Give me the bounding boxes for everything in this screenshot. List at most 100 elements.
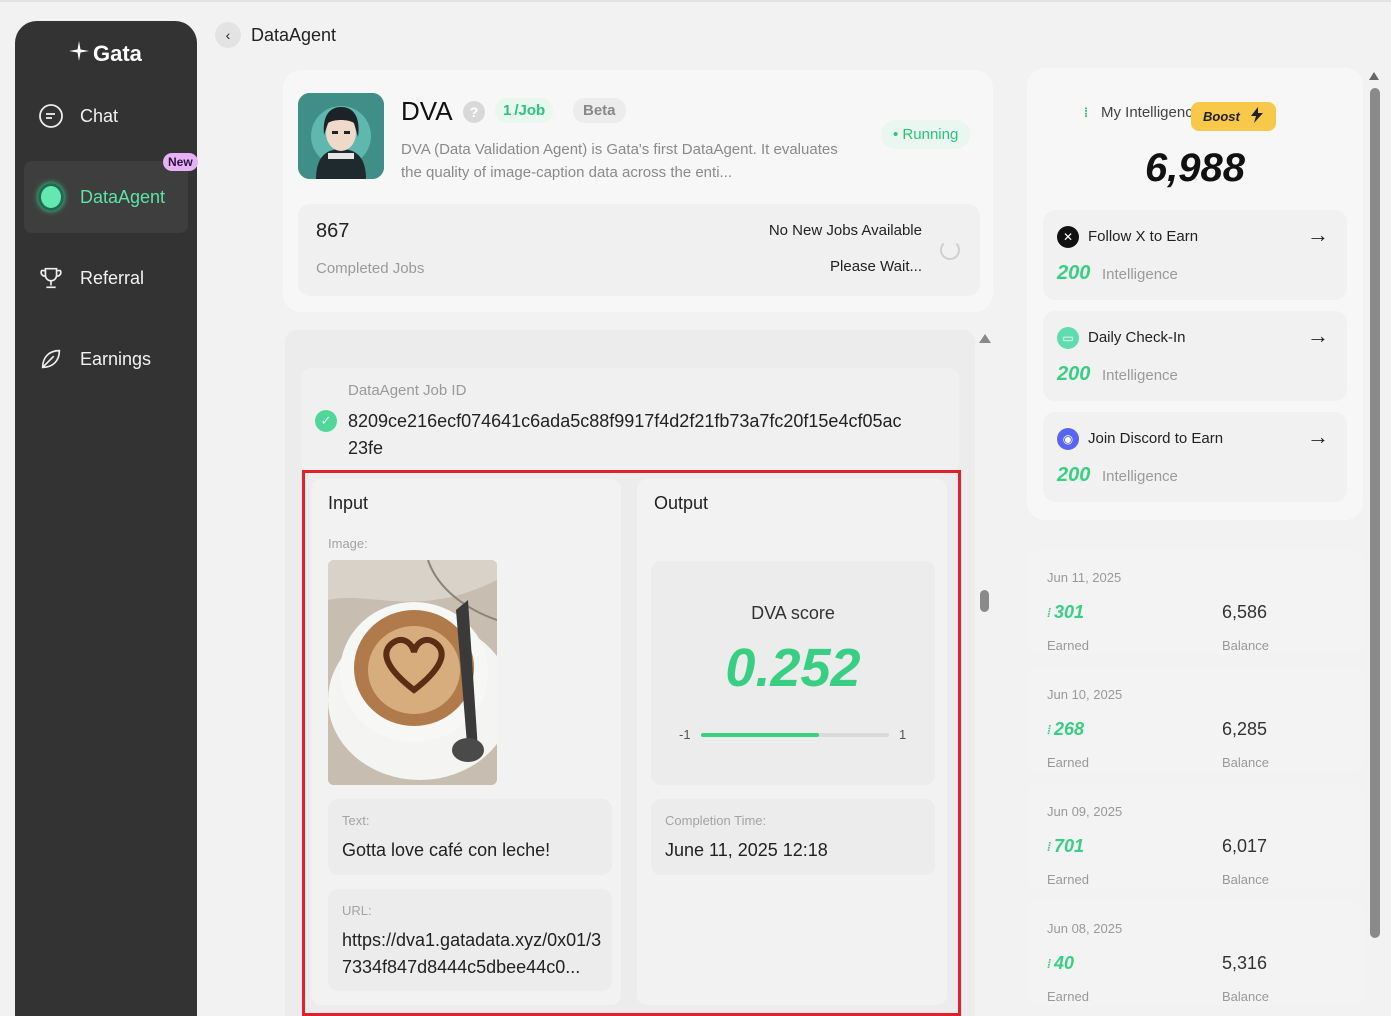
history-date: Jun 09, 2025 — [1047, 804, 1123, 819]
status-dot-icon: • — [893, 126, 903, 143]
history-earned: ⁞ 268 — [1047, 719, 1084, 740]
history-earned-value: 40 — [1054, 953, 1075, 973]
history-earned: ⁞ 301 — [1047, 602, 1084, 623]
rate-badge: 1 /Job — [495, 98, 554, 123]
sparkle-icon — [67, 39, 91, 69]
sidebar-item-referral[interactable]: Referral — [24, 242, 188, 314]
discord-icon: ◉ — [1057, 428, 1079, 450]
scroll-up-arrow-icon[interactable] — [1369, 72, 1379, 80]
help-icon[interactable]: ? — [463, 101, 485, 123]
history-earned-value: 301 — [1054, 602, 1085, 622]
arrow-right-icon: → — [1307, 424, 1329, 449]
leaf-icon — [38, 346, 64, 372]
task-unit: Intelligence — [1102, 468, 1178, 485]
history-row: Jun 08, 2025 ⁞ 40 Earned 5,316 Balance — [1027, 901, 1363, 1005]
history-earned-label: Earned — [1047, 872, 1089, 887]
history-balance: 5,316 — [1222, 953, 1268, 973]
coin-icon: ⁞ — [1047, 956, 1051, 971]
boost-label: Boost — [1203, 109, 1240, 124]
brand-name: Gata — [93, 41, 142, 66]
agent-name: DVA — [401, 96, 453, 126]
history-earned-label: Earned — [1047, 638, 1089, 653]
back-button[interactable]: ‹ — [215, 22, 241, 48]
task-daily-checkin[interactable]: ▭ Daily Check-In → 200 Intelligence — [1043, 311, 1347, 401]
coin-icon: ⁞ — [1047, 722, 1051, 737]
loading-spinner-icon — [940, 240, 960, 260]
task-amount: 200 — [1057, 464, 1091, 486]
page-title: DataAgent — [251, 24, 337, 45]
history-balance-label: Balance — [1222, 755, 1269, 770]
history-earned-label: Earned — [1047, 755, 1089, 770]
coin-icon: ⁞ — [1047, 839, 1051, 854]
text-field-card: Text: Gotta love café con leche! — [328, 799, 612, 875]
image-label: Image: — [328, 536, 368, 551]
agent-description: DVA (Data Validation Agent) is Gata's fi… — [401, 141, 838, 181]
check-icon: ✓ — [315, 410, 337, 432]
input-card: Input Image: Text: Gotta love café con l… — [311, 479, 621, 1005]
sidebar-item-dataagent[interactable]: DataAgent — [24, 161, 188, 233]
sidebar-item-label: Earnings — [80, 348, 152, 369]
status-badge: • Running — [881, 120, 971, 149]
scale-max: 1 — [899, 727, 907, 742]
completed-jobs-count: 867 — [316, 220, 350, 242]
intelligence-label: My Intelligence — [1101, 104, 1202, 121]
history-earned: ⁞ 40 — [1047, 953, 1074, 974]
history-date: Jun 10, 2025 — [1047, 687, 1123, 702]
score-label: DVA score — [751, 603, 835, 623]
job-stats: 867 Completed Jobs No New Jobs Available… — [298, 204, 980, 296]
completion-time-card: Completion Time: June 11, 2025 12:18 — [651, 799, 935, 875]
io-highlight-box: Input Image: Text: Gotta love café con l… — [302, 470, 961, 1016]
history-balance-label: Balance — [1222, 638, 1269, 653]
input-image — [328, 560, 497, 785]
page-header: ‹ DataAgent — [215, 22, 336, 48]
history-row: Jun 10, 2025 ⁞ 268 Earned 6,285 Balance — [1027, 667, 1363, 771]
chat-icon — [38, 103, 64, 129]
job-panel: DataAgent Job ID ✓ 8209ce216ecf074641c6a… — [285, 330, 975, 1016]
completed-jobs-label: Completed Jobs — [316, 260, 425, 277]
page-scrollbar-thumb[interactable] — [1370, 88, 1380, 938]
coin-icon: ⁞ — [1083, 105, 1089, 120]
history-earned: ⁞ 701 — [1047, 836, 1084, 857]
arrow-right-icon: → — [1307, 323, 1329, 348]
sidebar-item-label: Referral — [80, 267, 145, 288]
trophy-icon — [38, 265, 64, 291]
intelligence-value: 6,988 — [1144, 146, 1246, 190]
job-id-label: DataAgent Job ID — [348, 382, 467, 399]
output-title: Output — [654, 493, 709, 513]
url-value[interactable]: https://dva1.gatadata.xyz/0x01/37334f847… — [342, 927, 604, 981]
jobs-status: No New Jobs Available — [768, 222, 922, 239]
sidebar-item-chat[interactable]: Chat — [24, 80, 188, 152]
chevron-left-icon: ‹ — [225, 27, 231, 43]
status-label: Running — [902, 126, 959, 143]
sidebar: Gata Chat DataAgent New Referral Earning… — [15, 21, 198, 1016]
output-card: Output DVA score 0.252 -1 1 Completion T… — [637, 479, 947, 1005]
task-title: Daily Check-In — [1088, 329, 1186, 346]
arrow-right-icon: → — [1307, 222, 1329, 247]
score-scale-track — [701, 733, 889, 737]
history-balance: 6,017 — [1222, 836, 1268, 856]
intelligence-card: ⁞ My Intelligence Boost 6,988 ✕ Follow X… — [1027, 68, 1363, 520]
task-follow-x[interactable]: ✕ Follow X to Earn → 200 Intelligence — [1043, 210, 1347, 300]
history-date: Jun 08, 2025 — [1047, 921, 1123, 936]
brand-logo[interactable]: Gata — [67, 39, 142, 69]
history-balance: 6,285 — [1222, 719, 1268, 739]
history-row: Jun 09, 2025 ⁞ 701 Earned 6,017 Balance — [1027, 784, 1363, 888]
sidebar-item-earnings[interactable]: Earnings — [24, 323, 188, 395]
url-label: URL: — [342, 903, 372, 918]
text-label: Text: — [342, 813, 370, 828]
score-card: DVA score 0.252 -1 1 — [651, 561, 935, 785]
beta-badge: Beta — [573, 98, 626, 123]
new-badge: New — [163, 153, 198, 171]
agent-card: DVA ? 1 /Job Beta • Running DVA (Data Va… — [283, 70, 993, 312]
intelligence-header: ⁞ My Intelligence — [1079, 104, 1201, 121]
task-title: Join Discord to Earn — [1088, 430, 1224, 447]
calendar-icon: ▭ — [1057, 327, 1079, 349]
boost-button[interactable]: Boost — [1191, 102, 1276, 131]
task-join-discord[interactable]: ◉ Join Discord to Earn → 200 Intelligenc… — [1043, 412, 1347, 502]
completion-value: June 11, 2025 12:18 — [665, 840, 828, 860]
scrollbar-thumb[interactable] — [980, 590, 989, 612]
x-logo-icon: ✕ — [1057, 226, 1079, 248]
score-value: 0.252 — [725, 638, 861, 698]
history-balance-label: Balance — [1222, 989, 1269, 1004]
scroll-up-arrow-icon[interactable] — [979, 334, 991, 343]
